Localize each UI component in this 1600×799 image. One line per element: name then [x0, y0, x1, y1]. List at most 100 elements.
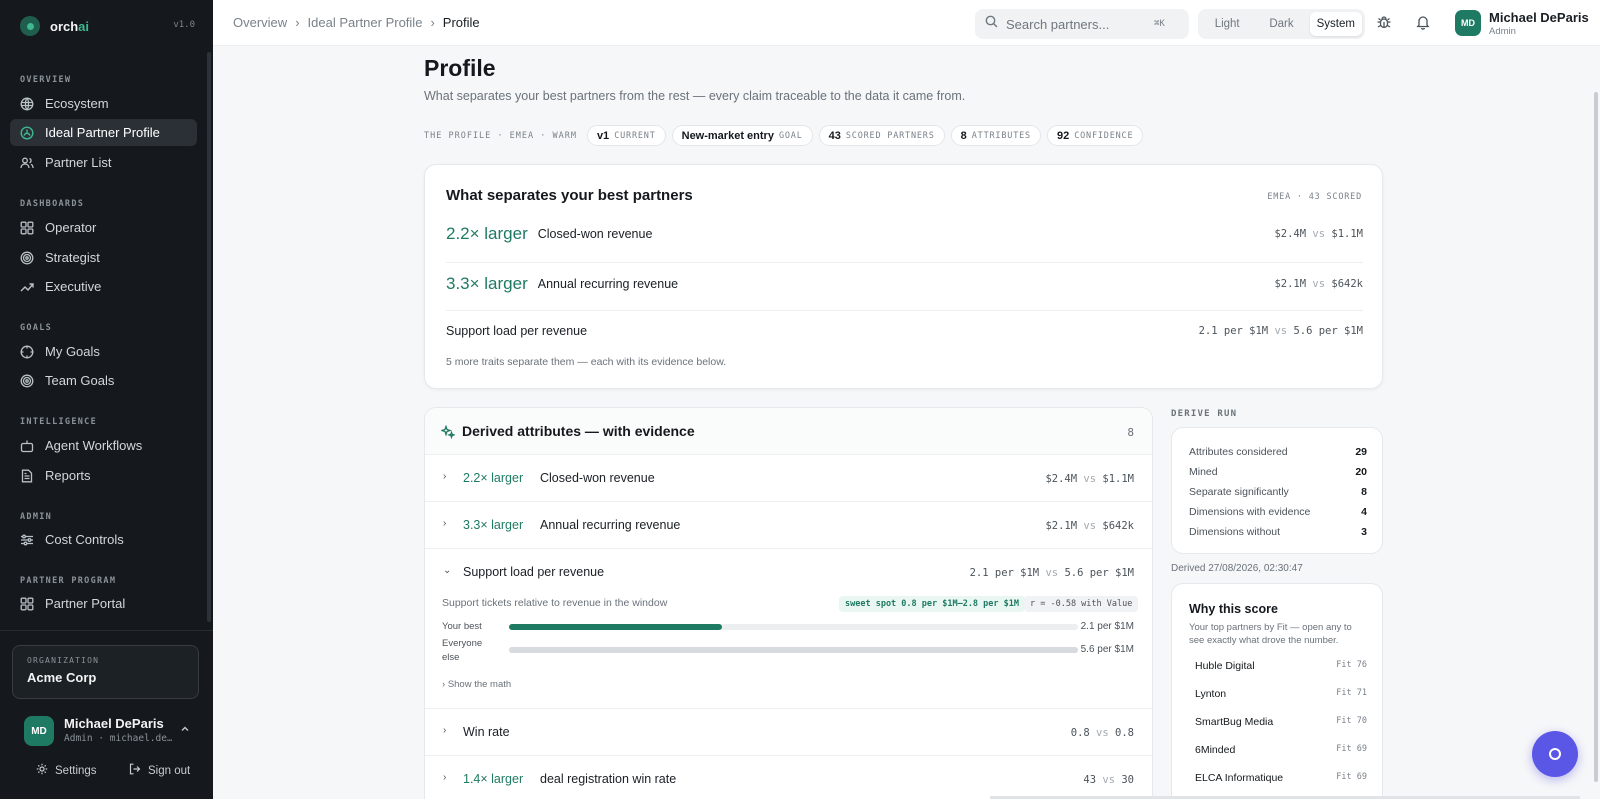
settings-button[interactable]: Settings [36, 763, 97, 778]
sidebar-item-executive[interactable]: Executive [10, 273, 197, 300]
bar-fill-rest [509, 647, 1078, 653]
summary-label: Support load per revenue [446, 324, 588, 338]
partner-fit-row[interactable]: Lynton Fit 71 [1195, 688, 1367, 700]
summary-values: 2.1 per $1M vs 5.6 per $1M [1198, 325, 1363, 337]
breadcrumb-ideal-partner-profile[interactable]: Ideal Partner Profile [308, 15, 423, 30]
summary-row: Support load per revenue 2.1 per $1M vs … [446, 322, 1363, 340]
theme-option-light[interactable]: Light [1201, 12, 1253, 36]
summary-tag: EMEA · 43 SCORED [1267, 192, 1362, 202]
search-shortcut: ⌘K [1154, 19, 1165, 29]
grid-icon [20, 597, 34, 611]
report-icon [20, 469, 34, 483]
avatar: MD [24, 716, 54, 746]
breadcrumb-overview[interactable]: Overview [233, 15, 287, 30]
sidebar-item-agent-workflows[interactable]: Agent Workflows [10, 432, 197, 459]
theme-option-system[interactable]: System [1309, 12, 1362, 36]
sidebar-item-label: Ecosystem [45, 96, 109, 111]
assistant-fab-button[interactable] [1532, 731, 1578, 777]
user-role: Admin [1489, 26, 1516, 37]
derive-run-label: DERIVE RUN [1171, 409, 1238, 419]
user-name: Michael DeParis [64, 716, 164, 731]
sidebar-user-menu[interactable]: MD Michael DeParis Admin · michael.de… [24, 716, 194, 746]
brand[interactable]: orchai [20, 14, 89, 38]
sidebar-item-operator[interactable]: Operator [10, 214, 197, 241]
sidebar-item-strategist[interactable]: Strategist [10, 244, 197, 271]
divider [446, 262, 1363, 263]
page-title: Profile [424, 55, 496, 81]
sidebar-item-label: Executive [45, 279, 102, 294]
user-meta: Admin · michael.de… [64, 733, 172, 744]
sidebar-item-team-goals[interactable]: Team Goals [10, 367, 197, 394]
bar-value-rest: 5.6 per $1M [1080, 644, 1134, 655]
bug-icon[interactable] [1376, 14, 1394, 32]
sidebar-item-my-goals[interactable]: My Goals [10, 338, 197, 365]
sidebar-item-label: Ideal Partner Profile [45, 125, 160, 140]
chip-confidence: 92 CONFIDENCE [1046, 125, 1144, 146]
sidebar-item-label: Operator [45, 220, 97, 235]
summary-values: $2.1M vs $642k [1274, 278, 1363, 290]
sidebar-item-ideal-partner-profile[interactable]: Ideal Partner Profile [10, 119, 197, 146]
attribute-label: Win rate [463, 725, 510, 739]
search-box[interactable]: ⌘K [975, 9, 1189, 39]
sidebar-item-label: Cost Controls [45, 532, 124, 547]
crosshair-icon [20, 345, 34, 359]
chip-version: v1 CURRENT [586, 125, 666, 146]
partner-fit-row[interactable]: Huble Digital Fit 76 [1195, 660, 1367, 672]
theme-option-dark[interactable]: Dark [1255, 12, 1307, 36]
derived-timestamp: Derived 27/08/2026, 02:30:47 [1171, 563, 1303, 574]
divider [446, 310, 1363, 311]
show-math-toggle[interactable]: › Show the math [442, 679, 511, 690]
sign-out-label: Sign out [148, 764, 191, 777]
sidebar-item-reports[interactable]: Reports [10, 462, 197, 489]
summary-multiplier: 3.3× larger [446, 274, 528, 293]
summary-label: Closed-won revenue [537, 227, 653, 241]
summary-label: Annual recurring revenue [537, 277, 679, 291]
attribute-label[interactable]: Support load per revenue [463, 565, 604, 579]
attribute-values: $2.4M vs $1.1M [1045, 473, 1134, 485]
attribute-multiplier: 3.3× larger [463, 518, 524, 532]
sparkle-icon [439, 424, 456, 440]
derive-run-card: Attributes considered 29 Mined 20 Separate… [1171, 427, 1383, 554]
attribute-row-win-rate[interactable]: › Win rate 0.8 vs 0.8 [425, 709, 1152, 756]
assistant-icon [1549, 748, 1561, 760]
chevron-down-icon[interactable]: ⌄ [443, 565, 451, 576]
chevron-up-icon [180, 724, 190, 737]
summary-title: What separates your best partners [446, 187, 693, 204]
search-input[interactable] [1006, 16, 1146, 32]
attribute-label: Annual recurring revenue [540, 518, 681, 532]
attribute-multiplier: 2.2× larger [463, 471, 524, 485]
brand-name: orchai [50, 18, 90, 34]
partner-fit-row[interactable]: ELCA Informatique Fit 69 [1195, 772, 1367, 784]
attribute-row-support-load-expanded: ⌄ Support load per revenue 2.1 per $1M v… [425, 549, 1152, 709]
attribute-row-deal-registration-win-rate[interactable]: › 1.4× larger deal registration win rate… [425, 756, 1152, 799]
bell-icon[interactable] [1415, 14, 1433, 32]
sidebar-scrollbar[interactable] [207, 52, 211, 622]
partner-fit-row[interactable]: 6Minded Fit 69 [1195, 744, 1367, 756]
attribute-row-annual-recurring-revenue[interactable]: › 3.3× larger Annual recurring revenue $… [425, 502, 1152, 549]
sweet-spot-badge: sweet spot 0.8 per $1M–2.8 per $1M [839, 596, 1025, 612]
breadcrumb: Overview › Ideal Partner Profile › Profi… [233, 15, 480, 30]
org-name: Acme Corp [27, 670, 97, 685]
sidebar-item-partner-list[interactable]: Partner List [10, 149, 197, 176]
attribute-row-closed-won-revenue[interactable]: › 2.2× larger Closed-won revenue $2.4M v… [425, 455, 1152, 502]
summary-row: 3.3× larger Annual recurring revenue $2.… [446, 272, 1363, 296]
main-scrollbar[interactable] [1594, 92, 1598, 782]
derived-attributes-card: Derived attributes — with evidence 8 › 2… [424, 407, 1153, 799]
bar-label-rest: Everyone else [442, 638, 483, 663]
settings-label: Settings [55, 764, 97, 777]
partner-fit-row[interactable]: SmartBug Media Fit 70 [1195, 716, 1367, 728]
sidebar-item-partner-portal[interactable]: Partner Portal [10, 590, 197, 617]
sign-out-button[interactable]: Sign out [129, 763, 190, 778]
best-partners-summary-card: What separates your best partners EMEA ·… [424, 164, 1383, 389]
sign-out-icon [129, 763, 141, 778]
sidebar-item-cost-controls[interactable]: Cost Controls [10, 526, 197, 553]
bar-value-best: 2.1 per $1M [1080, 621, 1134, 632]
sidebar-item-ecosystem[interactable]: Ecosystem [10, 90, 197, 117]
chip-goal: New-market entry GOAL [671, 125, 813, 146]
gear-icon [36, 763, 48, 778]
org-switcher[interactable]: ORGANIZATION Acme Corp [12, 645, 199, 699]
summary-values: $2.4M vs $1.1M [1274, 228, 1363, 240]
why-this-score-card: Why this score Your top partners by Fit … [1171, 583, 1383, 799]
run-stat-row: Mined 20 [1189, 466, 1367, 478]
search-icon [985, 15, 998, 33]
